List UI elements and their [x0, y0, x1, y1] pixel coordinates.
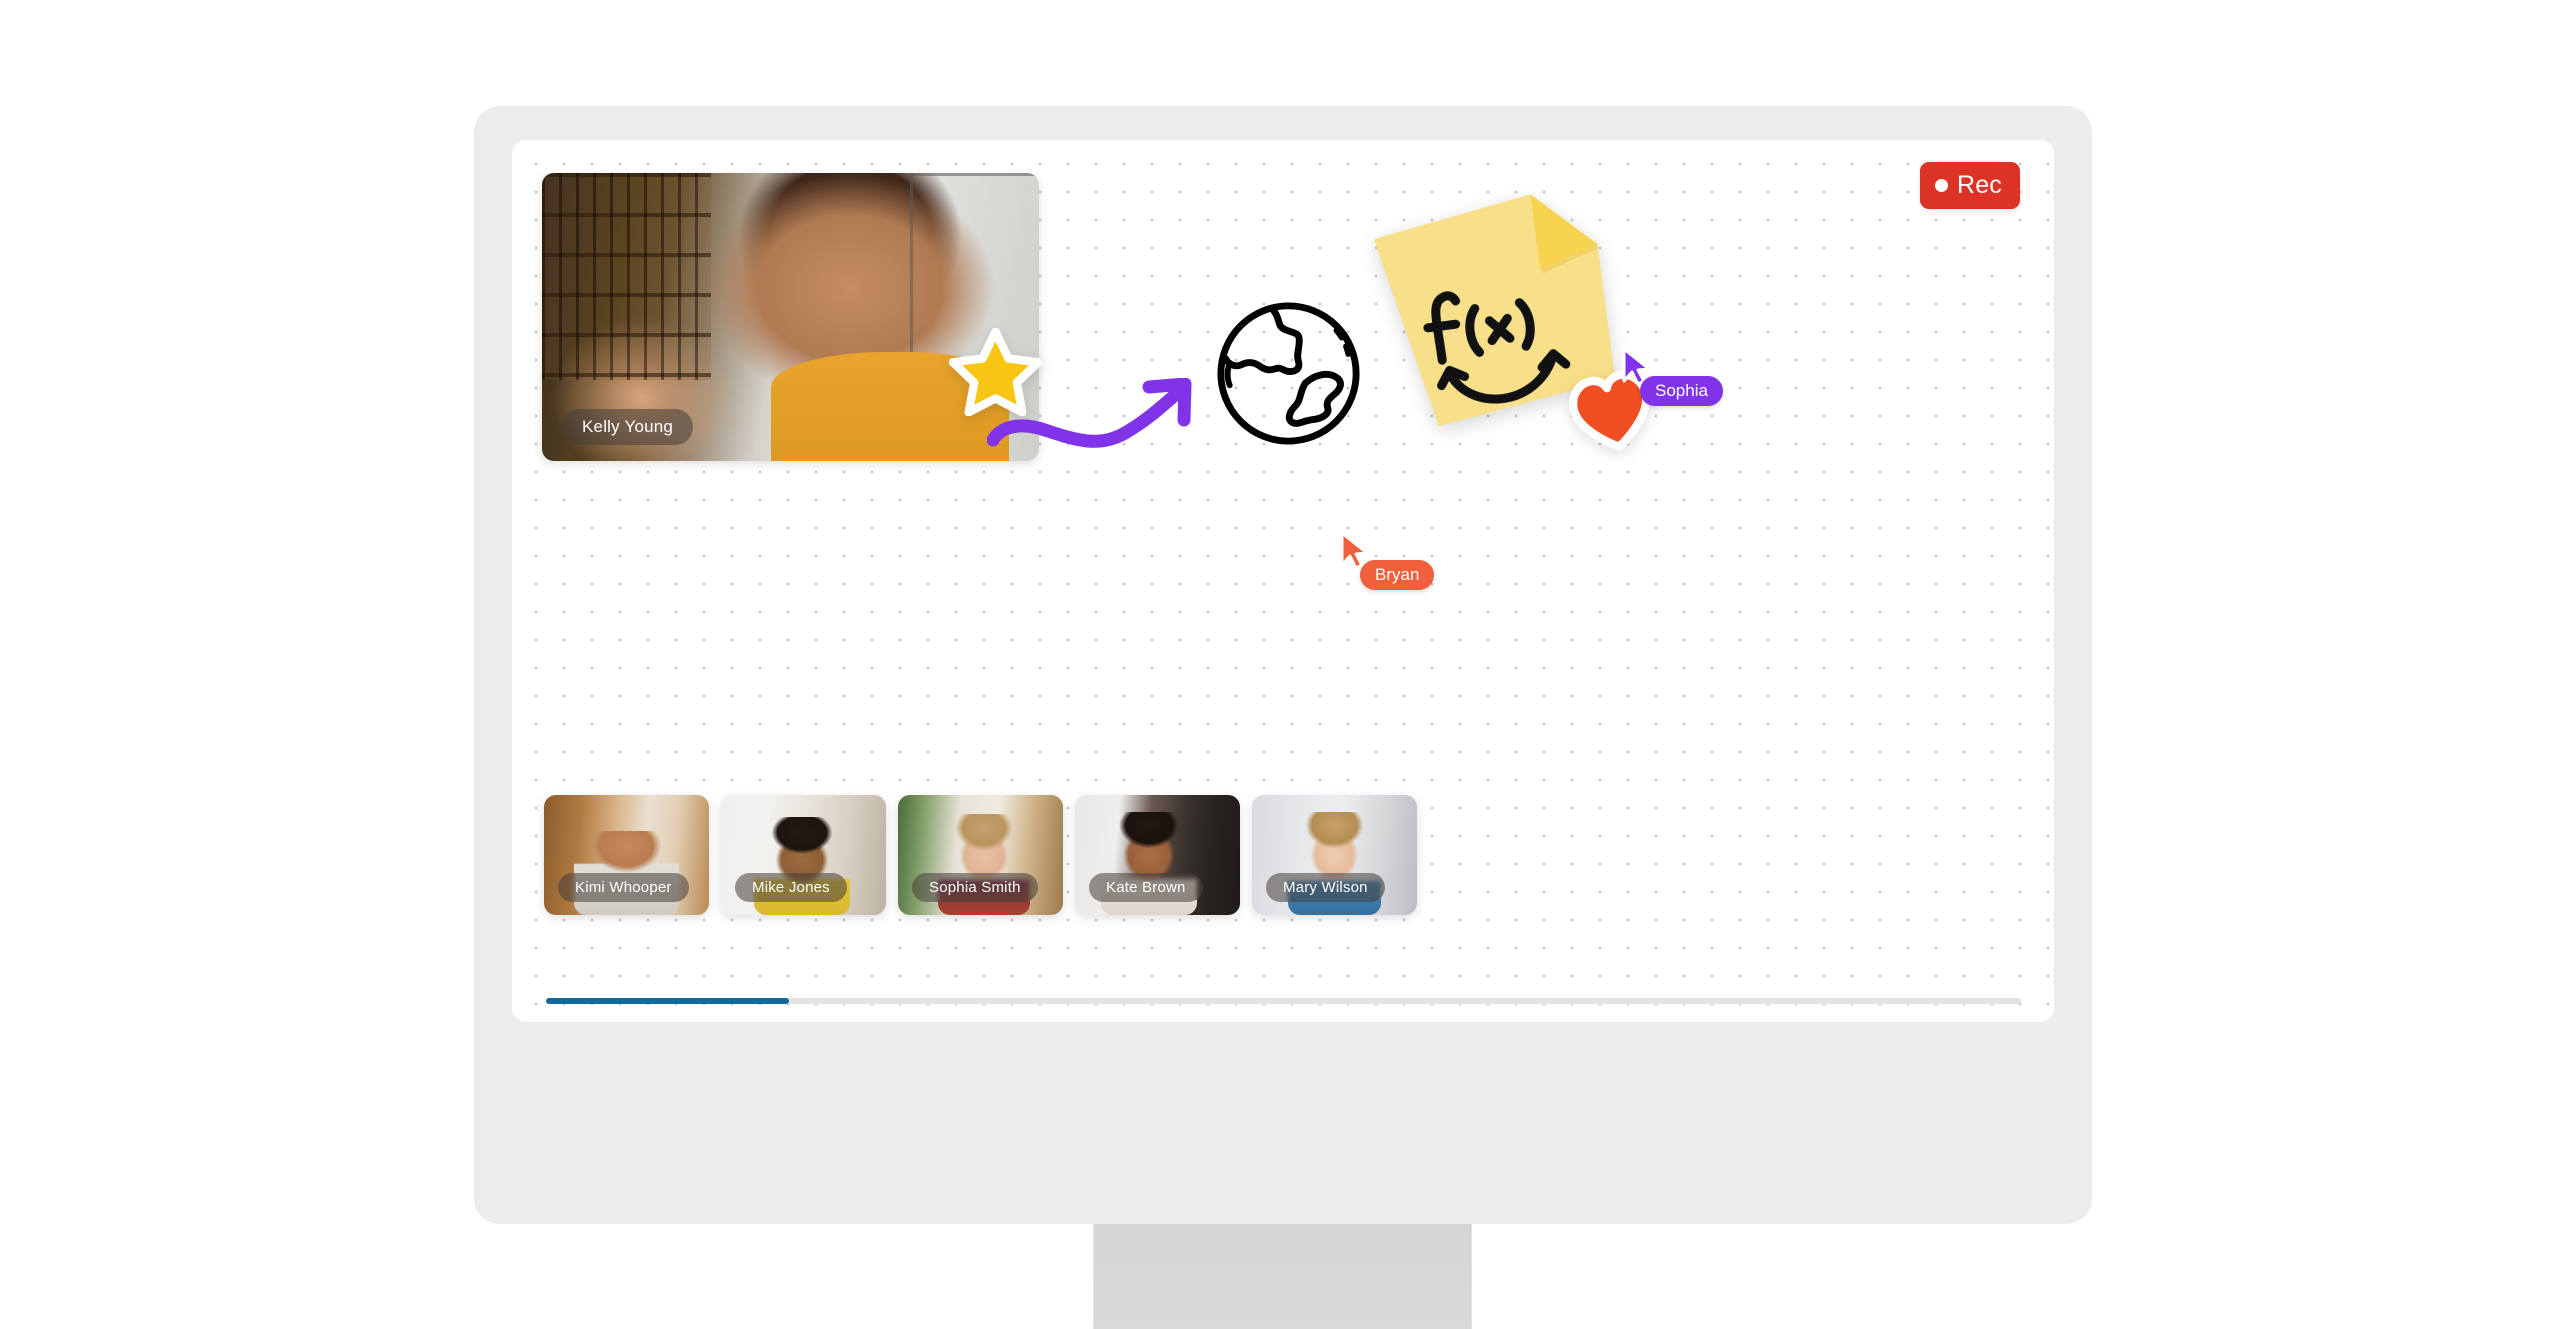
recording-badge[interactable]: Rec: [1919, 162, 2020, 209]
bookshelf-backdrop: [542, 173, 711, 381]
main-video-tile[interactable]: Kelly Young: [542, 173, 1039, 461]
participant-tile[interactable]: Kimi Whooper: [544, 795, 709, 915]
screenshot-root: Rec Kelly Young Sophia Bryan Kimi Whoope…: [0, 0, 2560, 1329]
recording-label: Rec: [1956, 171, 2002, 199]
participant-tile[interactable]: Mike Jones: [721, 795, 886, 915]
participant-name: Mary Wilson: [1266, 873, 1385, 902]
scrollbar-thumb[interactable]: [546, 998, 790, 1004]
live-cursor-sophia: Sophia: [1620, 346, 1723, 406]
live-cursor-bryan: Bryan: [1338, 530, 1435, 590]
main-speaker-name: Kelly Young: [562, 409, 694, 445]
participant-name: Kate Brown: [1089, 873, 1203, 902]
horizontal-scrollbar[interactable]: [546, 998, 2021, 1004]
participant-tile[interactable]: Sophia Smith: [898, 795, 1063, 915]
cursor-label-bryan: Bryan: [1360, 560, 1435, 590]
globe-icon: [1217, 302, 1360, 445]
curved-arrow-sticker[interactable]: [986, 377, 1197, 455]
monitor-stand: [1093, 1224, 1472, 1329]
participant-tile[interactable]: Kate Brown: [1075, 795, 1240, 915]
participant-name: Sophia Smith: [912, 873, 1038, 902]
participant-name: Kimi Whooper: [558, 873, 689, 902]
screen: Rec Kelly Young Sophia Bryan Kimi Whoope…: [512, 140, 2054, 1022]
record-dot-icon: [1934, 179, 1948, 192]
participant-thumbnail-strip[interactable]: Kimi Whooper Mike Jones Sophia Smith Kat…: [544, 795, 1417, 915]
participant-name: Mike Jones: [735, 873, 847, 902]
globe-sticker[interactable]: [1215, 300, 1362, 447]
curved-arrow-icon: [986, 377, 1192, 448]
cursor-label-sophia: Sophia: [1640, 376, 1723, 406]
participant-tile[interactable]: Mary Wilson: [1252, 795, 1417, 915]
